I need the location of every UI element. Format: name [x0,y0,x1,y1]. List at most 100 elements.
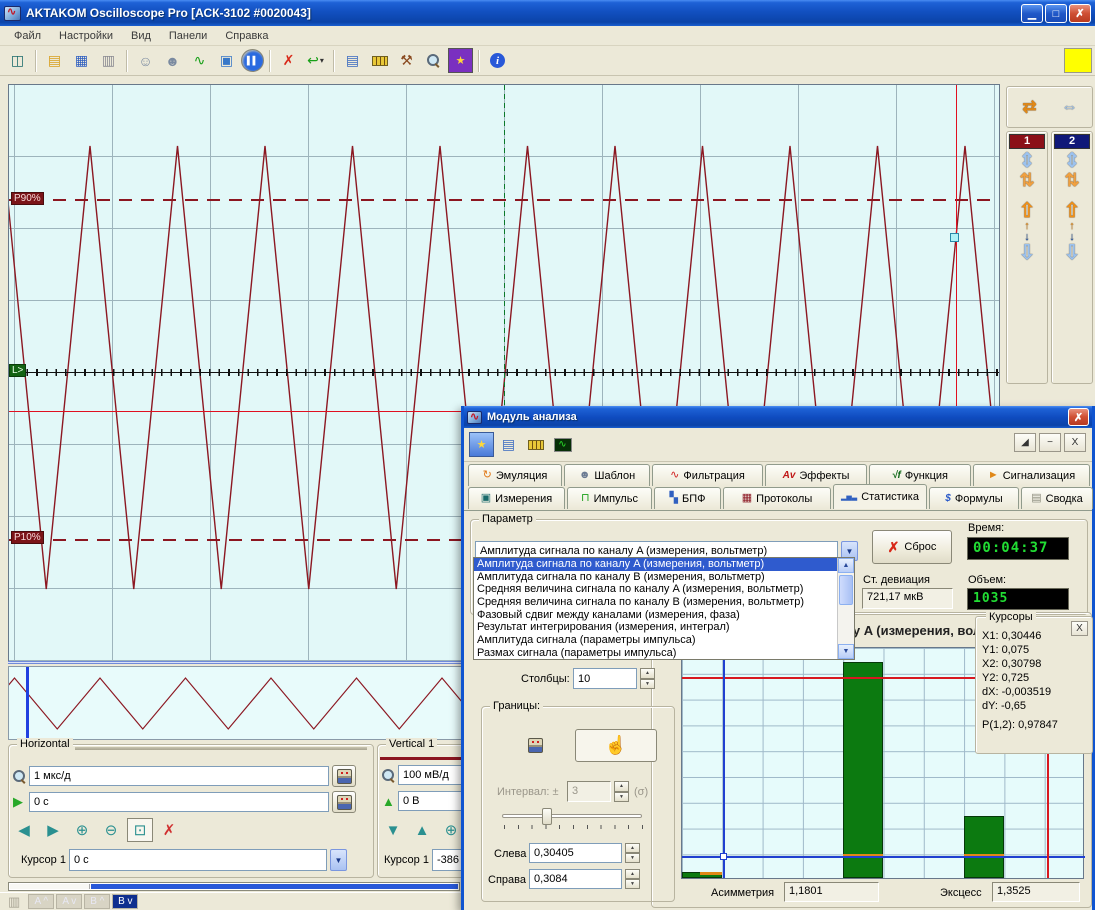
tab-сводка[interactable]: ▤Сводка [1021,487,1093,509]
hist-cursor-marker[interactable] [720,853,727,860]
columns-spinner[interactable]: ▲▼ [640,668,655,689]
close-panel-button[interactable]: X [1064,433,1086,452]
p90-badge[interactable]: P90% [11,192,44,205]
dropdown-option[interactable]: Амплитуда сигнала по каналу B (измерения… [474,571,837,584]
tab-эффекты[interactable]: AvЭффекты [765,464,867,486]
zoom-out-horizontal-button[interactable]: ⊖ [98,818,124,842]
manual-bounds-button[interactable]: ☝ [575,729,657,762]
close-button[interactable]: ✗ [1069,4,1091,23]
tab-измерения[interactable]: ▣Измерения [468,487,565,509]
wizard-button[interactable]: ★ [448,48,473,73]
trigger-badge[interactable]: L> [9,364,26,377]
dropdown-option[interactable]: Средняя величина сигнала по каналу A (из… [474,583,837,596]
print-button[interactable]: ◢ [1014,433,1036,452]
restore-button[interactable]: ↩▾ [303,48,328,73]
parameter-dropdown-list[interactable]: Амплитуда сигнала по каналу A (измерения… [473,557,855,660]
hist-cursor-y1-line[interactable] [682,856,1085,858]
tab-импульс[interactable]: ⊓Импульс [567,487,652,509]
zoom-window-button[interactable]: ⊡ [127,818,153,842]
menu-вид[interactable]: Вид [123,28,159,44]
search-settings-button[interactable] [421,48,446,73]
cursors-close-button[interactable]: X [1071,621,1088,636]
dropdown-scrollbar-thumb[interactable] [839,575,853,605]
auto-offset-button[interactable] [332,791,356,813]
channel-1-header[interactable]: 1 [1009,134,1045,149]
dropdown-option[interactable]: Амплитуда сигнала по каналу A (измерения… [474,558,837,571]
operator-a-button[interactable]: ☺ [133,48,158,73]
tab-протоколы[interactable]: ▦Протоколы [723,487,831,509]
dropdown-option[interactable]: Размах сигнала (параметры импульса) [474,647,837,659]
dropdown-option[interactable]: Средняя величина сигнала по каналу B (из… [474,596,837,609]
tab-шаблон[interactable]: ☻Шаблон [564,464,650,486]
menu-панели[interactable]: Панели [161,28,215,44]
pan-left-button[interactable]: ◀ [11,818,37,842]
tab-эмуляция[interactable]: ↻Эмуляция [468,464,562,486]
right-bound-spinner[interactable]: ▲▼ [625,869,640,889]
tab-сигнализация[interactable]: ►Сигнализация [973,464,1090,486]
exit-button[interactable]: ◫ [5,48,30,73]
compress-vertical-button-ch1[interactable]: ⇅ [1019,171,1034,189]
timebase-field[interactable]: 1 мкс/д [29,766,329,786]
h-cursor-dropdown-button[interactable]: ▼ [330,849,347,871]
columns-field[interactable]: 10 [573,668,637,689]
hist-cursor-x1-line[interactable] [723,648,725,878]
save-button[interactable]: ▦ [69,48,94,73]
auto-bounds-button[interactable] [523,733,548,758]
tab-функция[interactable]: √fФункция [869,464,971,486]
help-button[interactable]: i [485,48,510,73]
clear-button[interactable]: ✗ [276,48,301,73]
dropdown-option[interactable]: Фазовый сдвиг между каналами (измерения,… [474,609,837,622]
expand-vertical-button-ch1[interactable]: ⇕ [1019,151,1036,171]
cursor-handle[interactable] [950,233,959,242]
report-button[interactable]: ▤ [340,48,365,73]
compress-horizontal-button[interactable]: ⇄ [1013,92,1047,122]
dropdown-option[interactable]: Амплитуда сигнала (параметры импульса) [474,634,837,647]
compress-vertical-button-ch2[interactable]: ⇅ [1064,171,1079,189]
operator-b-button[interactable]: ☻ [160,48,185,73]
pause-button[interactable]: ▌▌ [241,49,264,72]
minimize-button[interactable]: ▁ [1021,4,1043,23]
statusbar-channel-bv[interactable]: B v [112,894,138,909]
tab-статистика[interactable]: ▂▅▃Статистика [833,484,927,509]
ruler-button[interactable] [523,432,548,457]
screen-search-button[interactable]: ▣ [214,48,239,73]
menu-настройки[interactable]: Настройки [51,28,121,44]
interval-slider[interactable] [502,814,642,818]
h-cursor-value-field[interactable]: 0 с [69,849,327,871]
shift-up-button[interactable]: ▲ [409,818,435,842]
tools-button[interactable]: ⚒ [394,48,419,73]
reset-button[interactable]: ✗ Сброс [872,530,952,564]
expand-vertical-button-ch2[interactable]: ⇕ [1064,151,1081,171]
tab-формулы[interactable]: $Формулы [929,487,1019,509]
statusbar-channel-av[interactable]: A v [56,894,82,909]
scope-display-button[interactable]: ∿ [550,432,575,457]
channel-2-header[interactable]: 2 [1054,134,1090,149]
auto-timebase-button[interactable] [332,765,356,787]
pan-right-button[interactable]: ▶ [40,818,66,842]
time-offset-field[interactable]: 0 с [29,792,329,812]
signals-button[interactable]: ∿ [187,48,212,73]
favorites-button[interactable]: ★ [469,432,494,457]
dialog-close-button[interactable]: ✗ [1068,408,1089,426]
shift-down-button[interactable]: ▼ [380,818,406,842]
dropdown-scrollbar[interactable]: ▲ ▼ [837,558,854,659]
zoom-reset-button[interactable]: ✗ [156,818,182,842]
shift-up-large-button-ch2[interactable]: ⇧ [1064,201,1081,221]
dropdown-option[interactable]: Результат интегрирования (измерения, инт… [474,621,837,634]
tab-фильтрация[interactable]: ∿Фильтрация [652,464,763,486]
menu-файл[interactable]: Файл [6,28,49,44]
right-bound-field[interactable]: 0,3084 [529,869,622,889]
shift-down-large-button-ch2[interactable]: ⇩ [1064,243,1081,263]
shift-up-large-button-ch1[interactable]: ⇧ [1019,201,1036,221]
tab-бпф[interactable]: ▚БПФ [654,487,721,509]
shift-down-large-button-ch1[interactable]: ⇩ [1019,243,1036,263]
open-button[interactable]: ▤ [42,48,67,73]
scroll-down-icon[interactable]: ▼ [838,644,854,659]
horizontal-scrollbar[interactable] [8,882,460,891]
scrollbar-thumb[interactable] [10,884,90,889]
left-bound-spinner[interactable]: ▲▼ [625,843,640,863]
menu-справка[interactable]: Справка [217,28,276,44]
p10-badge[interactable]: P10% [11,531,44,544]
expand-horizontal-button[interactable]: ⇔ [1053,92,1087,122]
statusbar-channel-b^[interactable]: B ^ [84,894,110,909]
